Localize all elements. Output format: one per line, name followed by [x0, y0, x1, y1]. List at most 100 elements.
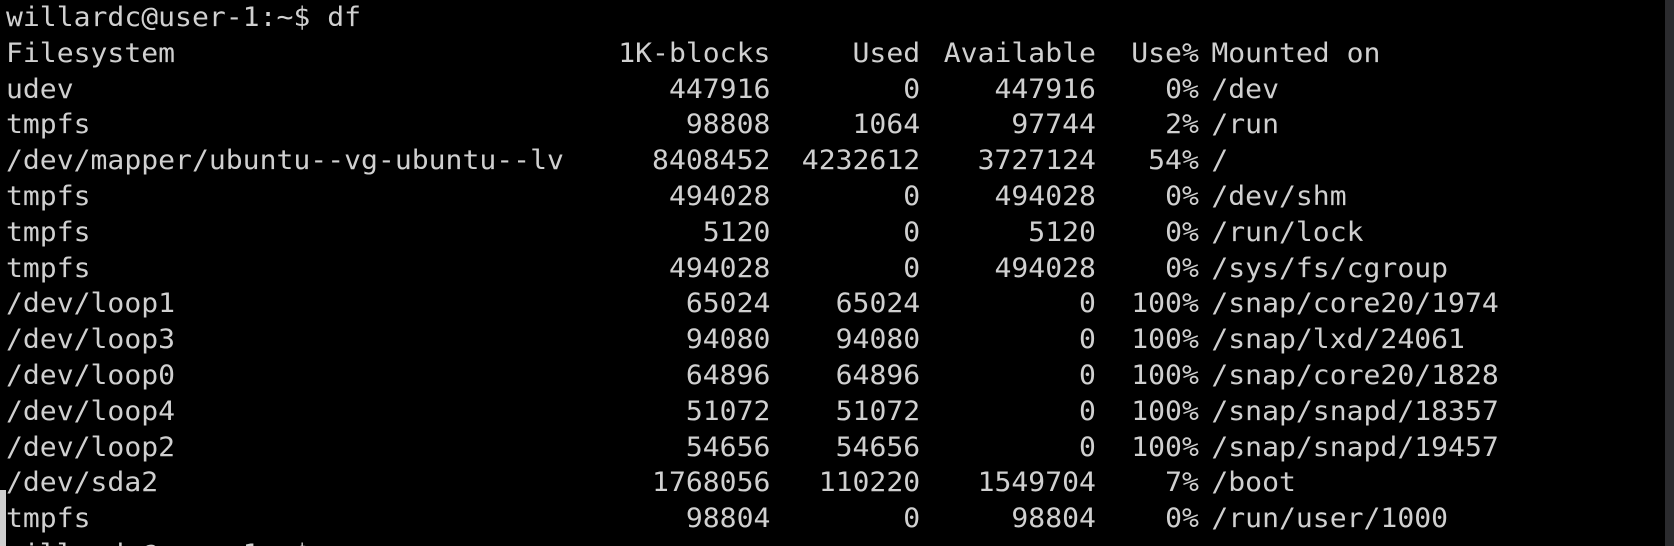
cell-use-pct: 100% [1131, 359, 1199, 391]
cell-available: 494028 [994, 180, 1096, 212]
cell-filesystem: tmpfs [6, 109, 91, 141]
cell-available: 0 [1079, 359, 1096, 391]
cell-mounted: /snap/core20/1828 [1211, 359, 1499, 391]
cell-filesystem: /dev/loop4 [6, 395, 176, 427]
cell-blocks: 1768056 [652, 467, 771, 499]
cell-mounted: /snap/lxd/24061 [1211, 324, 1465, 356]
cell-blocks: 98804 [685, 503, 771, 535]
cell-mounted: / [1211, 145, 1229, 177]
cell-mounted: /boot [1211, 467, 1296, 499]
cell-use-pct: 0% [1165, 180, 1199, 212]
cell-available: 1549704 [977, 467, 1096, 499]
scrollbar-gutter [1665, 0, 1674, 546]
cell-available: 5120 [1028, 216, 1096, 248]
cell-filesystem: /dev/loop3 [6, 324, 176, 356]
cell-use-pct: 0% [1165, 252, 1199, 284]
cell-filesystem: /dev/loop0 [6, 359, 176, 391]
table-row: tmpfs 494028 0 494028 0% /dev/shm [6, 179, 1499, 215]
table-row: /dev/mapper/ubuntu--vg-ubuntu--lv 8408452… [6, 143, 1499, 179]
table-header: Filesystem 1K-blocks Used Available Use% Moun… [6, 36, 1499, 72]
cell-available: 494028 [994, 252, 1096, 284]
table-row: tmpfs 494028 0 494028 0% /sys/fs/cgroup [6, 251, 1499, 287]
cell-mounted: /run [1211, 109, 1279, 141]
cell-available: 97744 [1011, 109, 1096, 141]
partial-prompt-line: willardc@user-1:~$ [6, 537, 1499, 546]
cell-use-pct: 0% [1165, 503, 1199, 535]
table-row: tmpfs 98804 0 98804 0% /run/user/1000 [6, 501, 1499, 537]
cell-blocks: 65024 [685, 288, 771, 320]
cell-blocks: 98808 [685, 109, 771, 141]
cell-used: 1064 [852, 109, 921, 141]
cell-use-pct: 100% [1131, 324, 1199, 356]
cell-blocks: 8408452 [652, 145, 771, 177]
cell-blocks: 447916 [668, 73, 771, 105]
cell-blocks: 494028 [668, 252, 771, 284]
table-row: tmpfs 5120 0 5120 0% /run/lock [6, 215, 1499, 251]
cell-use-pct: 0% [1165, 216, 1199, 248]
cell-available: 0 [1079, 324, 1096, 356]
command-line: willardc@user-1:~$ df [6, 2, 362, 33]
cell-used: 64896 [835, 359, 921, 391]
table-row: /dev/sda2 1768056 110220 1549704 7% /boot [6, 465, 1499, 501]
cell-blocks: 5120 [702, 216, 771, 248]
cell-available: 0 [1079, 395, 1096, 427]
cell-used: 4232612 [801, 145, 921, 177]
cell-use-pct: 2% [1165, 109, 1199, 141]
cell-filesystem: tmpfs [6, 180, 91, 212]
cell-use-pct: 100% [1131, 431, 1199, 463]
header-available: Available [943, 37, 1096, 69]
cell-use-pct: 7% [1165, 467, 1199, 499]
cell-use-pct: 100% [1131, 288, 1199, 320]
cell-available: 0 [1079, 431, 1096, 463]
cell-filesystem: tmpfs [6, 216, 91, 248]
header-used: Used [852, 37, 921, 69]
terminal-window[interactable]: willardc@user-1:~$ df Filesystem 1K-block… [0, 0, 1674, 546]
cell-mounted: /snap/snapd/19457 [1211, 431, 1499, 463]
cell-filesystem: /dev/loop1 [6, 288, 176, 320]
cell-mounted: /run/lock [1211, 216, 1364, 248]
header-mounted: Mounted on [1211, 37, 1381, 69]
cell-used: 65024 [835, 288, 921, 320]
cell-mounted: /run/user/1000 [1211, 503, 1449, 535]
cell-used: 0 [903, 73, 921, 105]
table-row: /dev/loop0 64896 64896 0 100% /snap/core20/18… [6, 358, 1499, 394]
cell-mounted: /snap/core20/1974 [1211, 288, 1499, 320]
table-row: /dev/loop4 51072 51072 0 100% /snap/snapd/183… [6, 394, 1499, 430]
cell-used: 0 [903, 503, 921, 535]
cell-filesystem: /dev/sda2 [6, 467, 159, 499]
cell-available: 0 [1079, 288, 1096, 320]
terminal-output: willardc@user-1:~$ df Filesystem 1K-block… [6, 0, 1499, 546]
cell-filesystem: tmpfs [6, 252, 91, 284]
cell-used: 51072 [835, 395, 921, 427]
cell-available: 98804 [1011, 503, 1096, 535]
header-blocks: 1K-blocks [618, 37, 771, 69]
cell-use-pct: 100% [1131, 395, 1199, 427]
cell-use-pct: 54% [1148, 145, 1199, 177]
cell-blocks: 51072 [685, 395, 771, 427]
cell-filesystem: udev [6, 73, 74, 105]
cell-used: 110220 [818, 467, 921, 499]
table-row: /dev/loop3 94080 94080 0 100% /snap/lxd/24061 [6, 322, 1499, 358]
cell-mounted: /snap/snapd/18357 [1211, 395, 1499, 427]
table-row: udev 447916 0 447916 0% /dev [6, 72, 1499, 108]
cell-mounted: /dev [1211, 73, 1279, 105]
cell-blocks: 494028 [668, 180, 771, 212]
cell-used: 0 [903, 252, 921, 284]
table-row: /dev/loop2 54656 54656 0 100% /snap/snapd/194… [6, 430, 1499, 466]
cell-used: 0 [903, 180, 921, 212]
cell-used: 0 [903, 216, 921, 248]
cell-mounted: /dev/shm [1211, 180, 1347, 212]
window-edge [0, 490, 6, 546]
cell-blocks: 54656 [685, 431, 771, 463]
header-filesystem: Filesystem [6, 37, 176, 69]
cell-used: 94080 [835, 324, 921, 356]
cell-used: 54656 [835, 431, 921, 463]
cell-blocks: 94080 [685, 324, 771, 356]
table-row: tmpfs 98808 1064 97744 2% /run [6, 107, 1499, 143]
table-row: /dev/loop1 65024 65024 0 100% /snap/core20/19… [6, 286, 1499, 322]
cell-filesystem: tmpfs [6, 503, 91, 535]
cell-mounted: /sys/fs/cgroup [1211, 252, 1449, 284]
cell-available: 447916 [994, 73, 1096, 105]
header-use-pct: Use% [1131, 37, 1199, 69]
table-body: udev 447916 0 447916 0% /dev tmpfs 98808 1064 977… [6, 72, 1499, 537]
